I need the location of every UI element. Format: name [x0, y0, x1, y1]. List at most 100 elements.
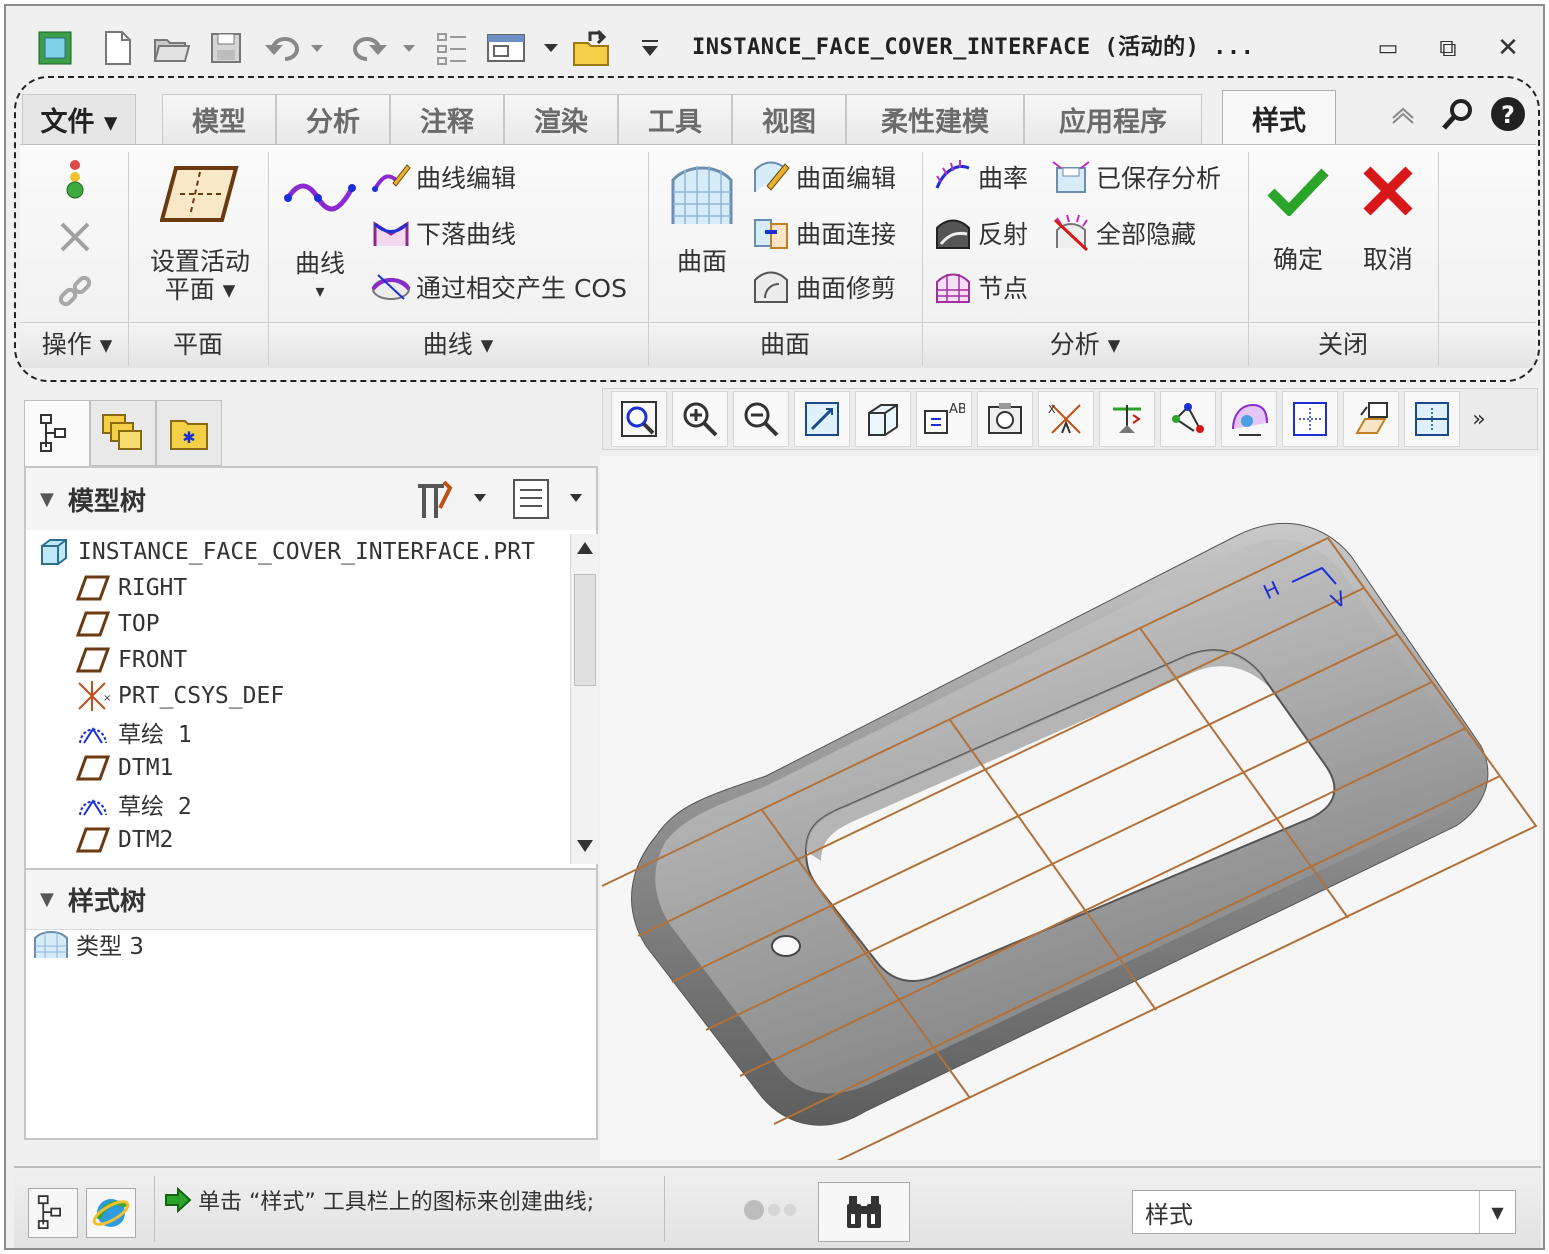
- node-button[interactable]: 节点: [932, 266, 1028, 308]
- tree-item-top[interactable]: TOP: [74, 606, 160, 642]
- graphics-toolbar: AB X »: [602, 388, 1538, 450]
- curvature-button[interactable]: 曲率: [932, 156, 1028, 198]
- model-graphic: H V: [601, 522, 1538, 1160]
- reflection-icon: [932, 212, 974, 254]
- spin-center-icon[interactable]: [1099, 391, 1155, 447]
- tab-model[interactable]: 模型: [162, 94, 276, 144]
- nav-tab-favorites[interactable]: ✱: [156, 400, 222, 466]
- appearance-icon[interactable]: [1221, 391, 1277, 447]
- reorient-icon[interactable]: [1343, 391, 1399, 447]
- show-navigator-button[interactable]: [28, 1188, 78, 1238]
- surface-trim-button[interactable]: 曲面修剪: [750, 266, 896, 308]
- zoom-out-icon[interactable]: [733, 391, 789, 447]
- chevron-down-icon[interactable]: ▼: [1479, 1191, 1515, 1233]
- group-label-curves[interactable]: 曲线 ▾: [268, 326, 648, 364]
- model-tree-scrollbar[interactable]: [570, 534, 598, 864]
- tree-item-sketch-2[interactable]: 草绘 2: [74, 786, 192, 822]
- windows-icon[interactable]: [484, 28, 560, 68]
- saved-orientations-icon[interactable]: AB: [916, 391, 972, 447]
- tab-flexible-modeling[interactable]: 柔性建模: [846, 94, 1024, 144]
- graphics-area[interactable]: H V: [600, 456, 1540, 1160]
- repaint-icon[interactable]: [794, 391, 850, 447]
- delete-icon[interactable]: [52, 214, 98, 260]
- cos-button[interactable]: 通过相交产生 COS: [370, 266, 627, 308]
- tab-file[interactable]: 文件 ▾: [22, 94, 136, 144]
- scroll-thumb[interactable]: [574, 574, 596, 686]
- saved-analysis-button[interactable]: 已保存分析: [1050, 156, 1221, 198]
- save-icon[interactable]: [204, 28, 248, 68]
- tab-render[interactable]: 渲染: [504, 94, 618, 144]
- zoom-in-icon[interactable]: [672, 391, 728, 447]
- cancel-button[interactable]: 取消: [1352, 166, 1424, 274]
- close-window-icon[interactable]: [568, 28, 614, 68]
- svg-text:X: X: [1048, 403, 1056, 416]
- more-tools-icon[interactable]: »: [1465, 391, 1493, 447]
- close-button[interactable]: ✕: [1488, 32, 1528, 64]
- datum-display-icon[interactable]: X: [1038, 391, 1094, 447]
- drop-curve-button[interactable]: 下落曲线: [370, 212, 516, 254]
- maximize-button[interactable]: ⧉: [1428, 32, 1468, 64]
- scroll-up-icon[interactable]: [577, 542, 593, 554]
- tab-style[interactable]: 样式: [1222, 90, 1336, 146]
- annotation-display-icon[interactable]: [1160, 391, 1216, 447]
- customize-toolbar-icon[interactable]: [630, 28, 670, 68]
- scroll-down-icon[interactable]: [577, 840, 593, 852]
- refit-icon[interactable]: [611, 391, 667, 447]
- view-manager-icon[interactable]: [977, 391, 1033, 447]
- group-label-analysis[interactable]: 分析 ▾: [922, 326, 1248, 364]
- selection-filter-select[interactable]: 样式 ▼: [1132, 1190, 1516, 1234]
- grid-icon[interactable]: [1282, 391, 1338, 447]
- surface-button[interactable]: 曲面: [660, 162, 744, 276]
- tab-analysis[interactable]: 分析: [276, 94, 390, 144]
- find-button[interactable]: [818, 1182, 910, 1242]
- model-tree-header[interactable]: ▼ 模型树: [26, 468, 596, 530]
- open-file-icon[interactable]: [150, 28, 194, 68]
- link-icon[interactable]: [52, 268, 98, 314]
- curve-edit-button[interactable]: 曲线编辑: [370, 156, 516, 198]
- tab-annotate[interactable]: 注释: [390, 94, 504, 144]
- show-browser-button[interactable]: [86, 1188, 136, 1238]
- display-style-icon[interactable]: [855, 391, 911, 447]
- tree-item-csys[interactable]: × PRT_CSYS_DEF: [74, 678, 284, 714]
- collapse-triangle-icon[interactable]: ▼: [40, 889, 54, 910]
- ok-button[interactable]: 确定: [1262, 166, 1334, 274]
- collapse-triangle-icon[interactable]: ▼: [40, 489, 54, 510]
- tree-item-right[interactable]: RIGHT: [74, 570, 187, 606]
- tree-item-front[interactable]: FRONT: [74, 642, 187, 678]
- set-active-plane-button[interactable]: 设置活动 平面 ▾: [138, 162, 262, 304]
- plane-view-icon[interactable]: [1404, 391, 1460, 447]
- tree-item-part[interactable]: INSTANCE_FACE_COVER_INTERFACE.PRT: [34, 534, 535, 570]
- reflection-button[interactable]: 反射: [932, 212, 1028, 254]
- undo-icon[interactable]: [260, 28, 326, 68]
- regenerate-icon[interactable]: [430, 28, 474, 68]
- help-icon[interactable]: ?: [1488, 94, 1528, 134]
- group-label-plane: 平面: [172, 330, 223, 359]
- style-tree-header[interactable]: ▼ 样式树: [26, 868, 596, 930]
- group-label-operations[interactable]: 操作 ▾: [26, 326, 128, 364]
- surface-edit-button[interactable]: 曲面编辑: [750, 156, 896, 198]
- tab-applications[interactable]: 应用程序: [1024, 94, 1202, 144]
- show-options-icon[interactable]: [510, 476, 590, 529]
- hide-all-button[interactable]: 全部隐藏: [1050, 212, 1196, 254]
- new-file-icon[interactable]: [96, 28, 140, 68]
- settings-tools-icon[interactable]: [414, 476, 494, 529]
- tab-tools[interactable]: 工具: [618, 94, 732, 144]
- search-icon[interactable]: [1438, 94, 1478, 134]
- tree-item-dtm1[interactable]: DTM1: [74, 750, 173, 786]
- curvature-icon: [932, 156, 974, 198]
- tree-item-dtm2[interactable]: DTM2: [74, 822, 173, 858]
- surface-connect-button[interactable]: 曲面连接: [750, 212, 896, 254]
- tab-view[interactable]: 视图: [732, 94, 846, 144]
- collapse-ribbon-icon[interactable]: [1386, 98, 1420, 132]
- minimize-button[interactable]: ▭: [1368, 32, 1408, 64]
- group-label-close: 关闭: [1317, 330, 1368, 359]
- traffic-light-icon[interactable]: [52, 156, 98, 202]
- nav-tab-model-tree[interactable]: [24, 400, 90, 466]
- curve-dropdown-arrow[interactable]: ▾: [315, 278, 324, 306]
- redo-icon[interactable]: [342, 28, 418, 68]
- nav-tab-folder-browser[interactable]: [90, 400, 156, 466]
- app-logo-icon[interactable]: [32, 28, 78, 68]
- curve-button[interactable]: 曲线 ▾: [274, 172, 366, 306]
- style-tree-item[interactable]: 类型 3: [32, 926, 144, 962]
- tree-item-sketch-1[interactable]: 草绘 1: [74, 714, 192, 750]
